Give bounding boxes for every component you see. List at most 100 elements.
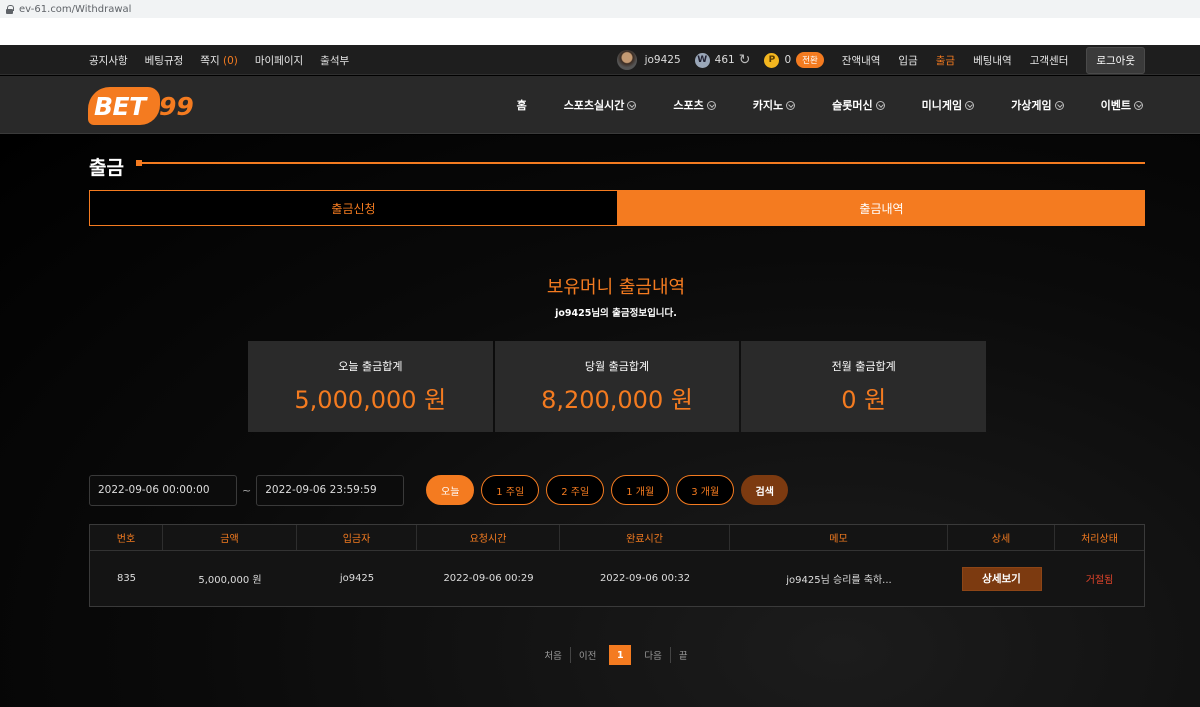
stat-last-month: 전월 출금합계 0 원: [741, 341, 987, 432]
nav-virtual-label: 가상게임: [1011, 99, 1052, 112]
nav-event-label: 이벤트: [1100, 99, 1131, 112]
end-date-input[interactable]: 2022-09-06 23:59:59: [256, 474, 405, 506]
cell-detail: 상세보기: [948, 551, 1055, 606]
cell-no: 835: [116, 573, 137, 584]
cell-memo: jo9425님 승리를 축하...: [786, 575, 892, 586]
section-title: 보유머니 출금내역: [546, 277, 686, 298]
start-date-input[interactable]: 2022-09-06 00:00:00: [89, 474, 237, 506]
col-no: 번호: [90, 525, 163, 550]
avatar: [616, 50, 637, 70]
stat-this-month-label: 당월 출금합계: [584, 360, 650, 373]
cell-completed: 2022-09-06 00:32: [599, 573, 691, 584]
main-nav: BET 99 홈 스포츠실시간 스포츠 카지노 슬롯머신 미니게임 가상게임 이…: [0, 76, 1200, 134]
nav-items: 홈 스포츠실시간 스포츠 카지노 슬롯머신 미니게임 가상게임 이벤트: [480, 76, 1143, 134]
col-memo: 메모: [730, 525, 948, 550]
link-mypage[interactable]: 마이페이지: [255, 53, 303, 68]
link-notice[interactable]: 공지사항: [89, 53, 128, 68]
range-3month-button[interactable]: 3 개월: [676, 475, 735, 505]
link-attendance[interactable]: 출석부: [320, 53, 349, 68]
nav-home[interactable]: 홈: [517, 97, 527, 113]
top-right-links: 잔액내역 입금 출금 베팅내역 고객센터: [842, 53, 1069, 68]
tab-withdraw-history[interactable]: 출금내역: [618, 190, 1145, 226]
cell-requested: 2022-09-06 00:29: [443, 573, 534, 584]
nav-casino-label: 카지노: [752, 99, 784, 112]
status-badge: 거절됨: [1085, 575, 1114, 586]
w-balance: 461: [714, 54, 735, 66]
link-messages[interactable]: 쪽지 (0): [200, 53, 238, 68]
table-row: 835 5,000,000 원 jo9425 2022-09-06 00:29 …: [90, 551, 1144, 606]
chevron-down-icon: [875, 100, 885, 110]
browser-blank-strip: [0, 18, 1200, 45]
col-requested: 요청시간: [417, 525, 560, 550]
top-left-links: 공지사항 베팅규정 쪽지 (0) 마이페이지 출석부: [89, 45, 349, 75]
username: jo9425: [644, 54, 681, 66]
page-next[interactable]: 다음: [636, 648, 669, 662]
chevron-down-icon: [786, 100, 796, 110]
pagination: 처음 이전 1 다음 끝: [0, 645, 1200, 665]
p-balance: 0: [784, 54, 792, 66]
nav-casino[interactable]: 카지노: [752, 97, 796, 113]
link-deposit[interactable]: 입금: [898, 53, 917, 68]
range-1month-button[interactable]: 1 개월: [611, 475, 670, 505]
col-status: 처리상태: [1081, 534, 1118, 545]
page-last[interactable]: 끝: [671, 648, 696, 662]
p-coin-icon: P: [764, 52, 780, 68]
nav-sports-live-label: 스포츠실시간: [563, 99, 625, 112]
link-balance-history[interactable]: 잔액내역: [842, 53, 881, 68]
table-header: 번호 금액 입금자 요청시간 완료시간 메모 상세 처리상태: [90, 525, 1144, 551]
range-today-button[interactable]: 오늘: [426, 475, 475, 505]
range-1week-button[interactable]: 1 주일: [481, 475, 540, 505]
stat-today: 오늘 출금합계 5,000,000 원: [248, 341, 493, 432]
col-detail: 상세: [948, 525, 1055, 550]
tab-withdraw-request[interactable]: 출금신청: [89, 190, 618, 226]
cell-depositor: jo9425: [339, 573, 375, 584]
top-utility-bar: 공지사항 베팅규정 쪽지 (0) 마이페이지 출석부 jo9425 W 461 …: [0, 45, 1200, 75]
withdraw-table: 번호 금액 입금자 요청시간 완료시간 메모 상세 처리상태 835 5,000…: [89, 524, 1145, 607]
message-count: 0: [227, 54, 234, 67]
nav-minigame-label: 미니게임: [921, 99, 963, 112]
stats-panel: 오늘 출금합계 5,000,000 원 당월 출금합계 8,200,000 원 …: [248, 341, 987, 432]
nav-sports-live[interactable]: 스포츠실시간: [564, 97, 637, 113]
chevron-down-icon: [1134, 100, 1143, 110]
stat-today-label: 오늘 출금합계: [338, 360, 403, 373]
title-line: [136, 162, 1145, 164]
nav-slots[interactable]: 슬롯머신: [832, 97, 885, 113]
chevron-down-icon: [627, 100, 637, 110]
w-coin-icon: W: [694, 52, 710, 68]
col-depositor: 입금자: [297, 525, 417, 550]
lock-icon: [6, 5, 14, 14]
logout-button[interactable]: 로그아웃: [1086, 46, 1145, 74]
link-customer-center[interactable]: 고객센터: [1030, 53, 1069, 68]
chevron-down-icon: [706, 100, 716, 110]
stat-last-month-label: 전월 출금합계: [831, 360, 896, 373]
logo-text-99: 99: [159, 92, 194, 121]
refresh-icon[interactable]: ↻: [739, 52, 751, 68]
page-first[interactable]: 처음: [536, 648, 569, 662]
nav-minigame[interactable]: 미니게임: [921, 97, 975, 113]
link-betting-rules[interactable]: 베팅규정: [145, 53, 184, 68]
url-text[interactable]: ev-61.com/Withdrawal: [19, 4, 131, 15]
col-completed: 완료시간: [560, 525, 730, 550]
logo[interactable]: BET 99: [88, 87, 206, 125]
search-button[interactable]: 검색: [741, 475, 789, 505]
nav-slots-label: 슬롯머신: [832, 99, 873, 112]
nav-home-label: 홈: [516, 99, 527, 112]
view-detail-button[interactable]: 상세보기: [961, 566, 1042, 591]
stat-this-month: 당월 출금합계 8,200,000 원: [494, 341, 740, 432]
nav-sports[interactable]: 스포츠: [673, 97, 716, 113]
section-subtitle: jo9425님의 출금정보입니다.: [555, 308, 677, 319]
stat-this-month-value: 8,200,000 원: [541, 386, 693, 414]
chevron-down-icon: [965, 100, 975, 110]
link-bet-history[interactable]: 베팅내역: [973, 53, 1012, 68]
range-2week-button[interactable]: 2 주일: [546, 475, 605, 505]
cell-amount: 5,000,000 원: [198, 575, 262, 586]
convert-button[interactable]: 전환: [796, 52, 824, 68]
page-prev[interactable]: 이전: [571, 648, 604, 662]
nav-sports-label: 스포츠: [673, 99, 704, 112]
nav-virtual[interactable]: 가상게임: [1011, 97, 1064, 113]
link-withdraw[interactable]: 출금: [936, 53, 955, 68]
page-current[interactable]: 1: [609, 645, 632, 665]
stat-today-value: 5,000,000 원: [294, 386, 447, 414]
nav-event[interactable]: 이벤트: [1101, 97, 1143, 113]
address-bar[interactable]: ev-61.com/Withdrawal: [0, 0, 1200, 18]
